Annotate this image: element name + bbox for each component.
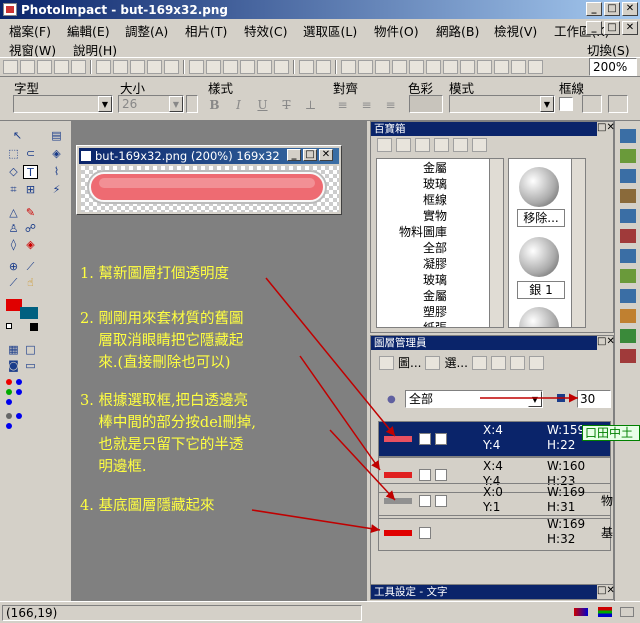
panel-icon[interactable] xyxy=(620,309,636,323)
panel-icon[interactable] xyxy=(620,269,636,283)
view-mode-icon xyxy=(620,607,634,617)
arrow-step-3 xyxy=(329,429,396,501)
arrow-step-4 xyxy=(251,509,381,534)
panel-strip xyxy=(614,121,640,601)
panel-icon[interactable] xyxy=(620,189,636,203)
status-icon xyxy=(574,608,588,616)
panel-icon[interactable] xyxy=(620,329,636,343)
arrow-step-2 xyxy=(299,355,381,471)
rgb-icon xyxy=(598,607,612,617)
panel-icon[interactable] xyxy=(620,129,636,143)
ime-indicator[interactable]: 口田中土 xyxy=(582,425,640,441)
arrow-step-1 xyxy=(265,277,396,437)
panel-icon[interactable] xyxy=(620,209,636,223)
panel-icon[interactable] xyxy=(620,149,636,163)
panel-icon[interactable] xyxy=(620,349,636,363)
status-bar: (166,19) xyxy=(0,601,640,623)
cursor-coordinates: (166,19) xyxy=(2,605,362,621)
annotation-arrows xyxy=(251,277,578,534)
panel-icon[interactable] xyxy=(620,289,636,303)
panel-icon[interactable] xyxy=(620,249,636,263)
panel-icon[interactable] xyxy=(620,169,636,183)
panel-icon[interactable] xyxy=(620,229,636,243)
